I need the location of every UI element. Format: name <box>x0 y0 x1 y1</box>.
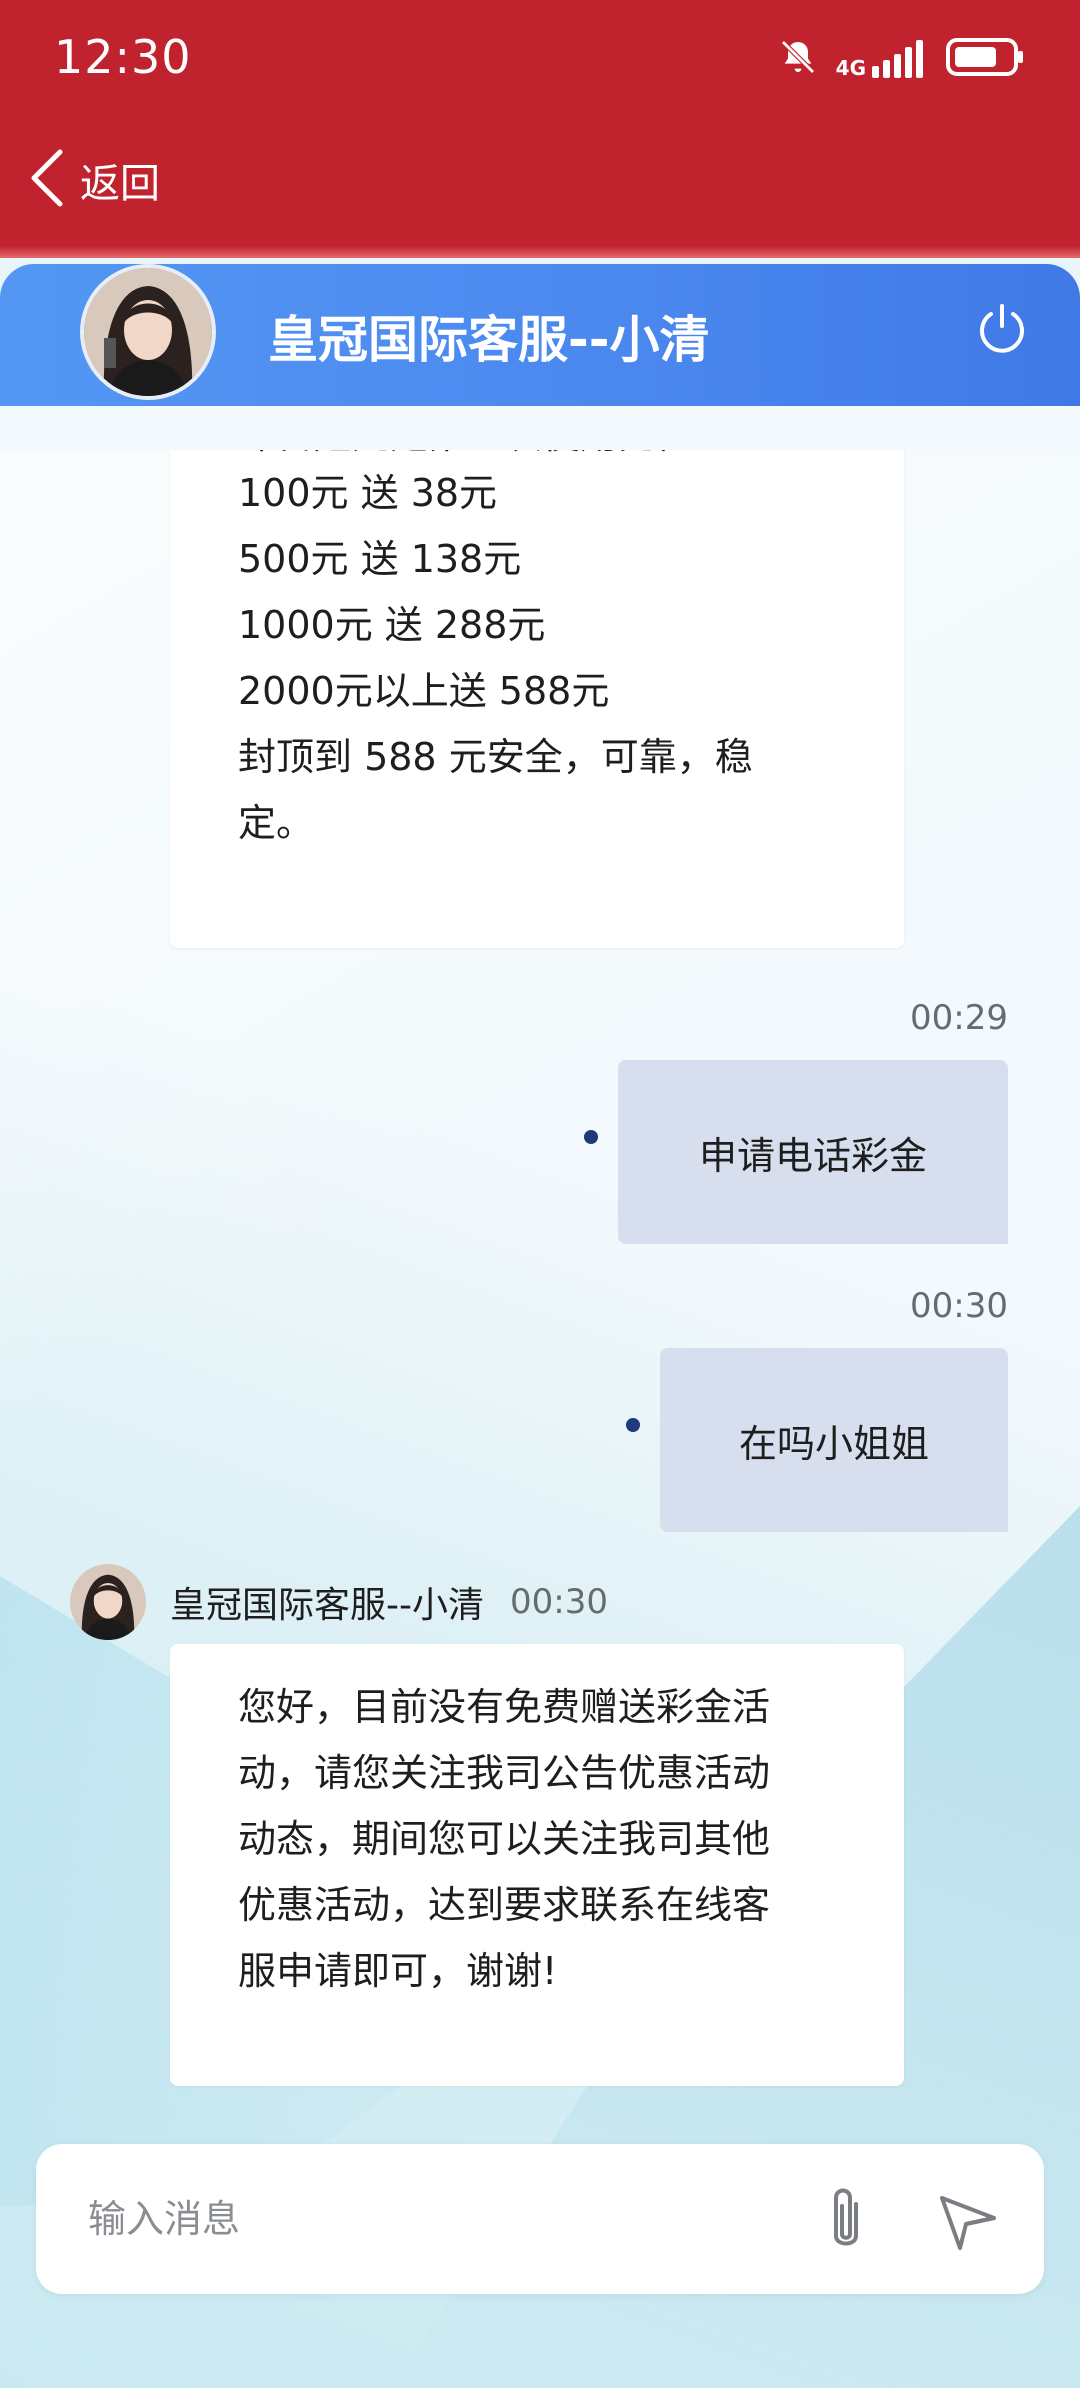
sent-status-dot <box>626 1418 640 1432</box>
scroll-fade <box>0 406 1080 450</box>
agent-avatar-small[interactable] <box>70 1564 146 1640</box>
message-line: 动，请您关注我司公告优惠活动 <box>238 1751 771 1795</box>
chat-title: 皇冠国际客服--小清 <box>268 311 710 369</box>
status-bar: 12:30 4G <box>0 0 1080 120</box>
signal-icon: 4G <box>836 40 928 78</box>
back-button[interactable]: 返回 <box>28 148 160 212</box>
message-line: 500元 送 138元 <box>238 537 522 581</box>
message-line: 优惠活动，达到要求联系在线客 <box>238 1883 771 1927</box>
chevron-left-icon <box>28 148 66 212</box>
message-text: 申请电话彩金 <box>698 1133 927 1178</box>
paperclip-icon[interactable] <box>816 2184 876 2254</box>
back-label: 返回 <box>80 161 160 207</box>
sender-name: 皇冠国际客服--小清 <box>170 1585 484 1626</box>
message-bubble-outgoing[interactable]: 申请电话彩金 <box>618 1060 1008 1244</box>
bell-off-icon <box>778 37 818 81</box>
message-time: 00:29 <box>910 998 1008 1038</box>
message-bubble-incoming[interactable]: 您好，目前没有免费赠送彩金活 动，请您关注我司公告优惠活动 动态，期间您可以关注… <box>170 1644 904 2086</box>
message-line: 定。 <box>238 801 315 845</box>
message-input[interactable] <box>88 2184 788 2254</box>
agent-avatar[interactable] <box>80 264 216 400</box>
message-line: 服申请即可，谢谢! <box>238 1949 558 1993</box>
nav-bar: 返回 <box>0 120 1080 258</box>
chat-area[interactable]: 即日起凡是第一次使用充值 100元 送 38元 500元 送 138元 1000… <box>0 406 1080 2388</box>
chat-header: 皇冠国际客服--小清 <box>0 264 1080 406</box>
message-line: 您好，目前没有免费赠送彩金活 <box>238 1685 771 1729</box>
message-line: 2000元以上送 588元 <box>238 669 610 713</box>
message-bubble-incoming[interactable]: 即日起凡是第一次使用充值 100元 送 38元 500元 送 138元 1000… <box>170 406 904 948</box>
message-line: 100元 送 38元 <box>238 471 498 515</box>
message-time: 00:30 <box>910 1286 1008 1326</box>
message-input-bar <box>36 2144 1044 2294</box>
send-icon[interactable] <box>936 2188 1000 2252</box>
power-icon[interactable] <box>974 300 1030 356</box>
network-type: 4G <box>835 56 866 80</box>
status-icons: 4G <box>778 34 1024 84</box>
battery-icon <box>946 38 1024 80</box>
message-bubble-outgoing[interactable]: 在吗小姐姐 <box>660 1348 1008 1532</box>
message-text: 在吗小姐姐 <box>738 1421 929 1466</box>
sent-status-dot <box>584 1130 598 1144</box>
message-line: 1000元 送 288元 <box>238 603 546 647</box>
message-line: 封顶到 588 元安全，可靠，稳 <box>238 735 753 779</box>
status-time: 12:30 <box>54 30 192 84</box>
message-line: 动态，期间您可以关注我司其他 <box>238 1817 771 1861</box>
sender-row: 皇冠国际客服--小清 00:30 <box>70 1562 608 1642</box>
message-time: 00:30 <box>509 1582 608 1622</box>
